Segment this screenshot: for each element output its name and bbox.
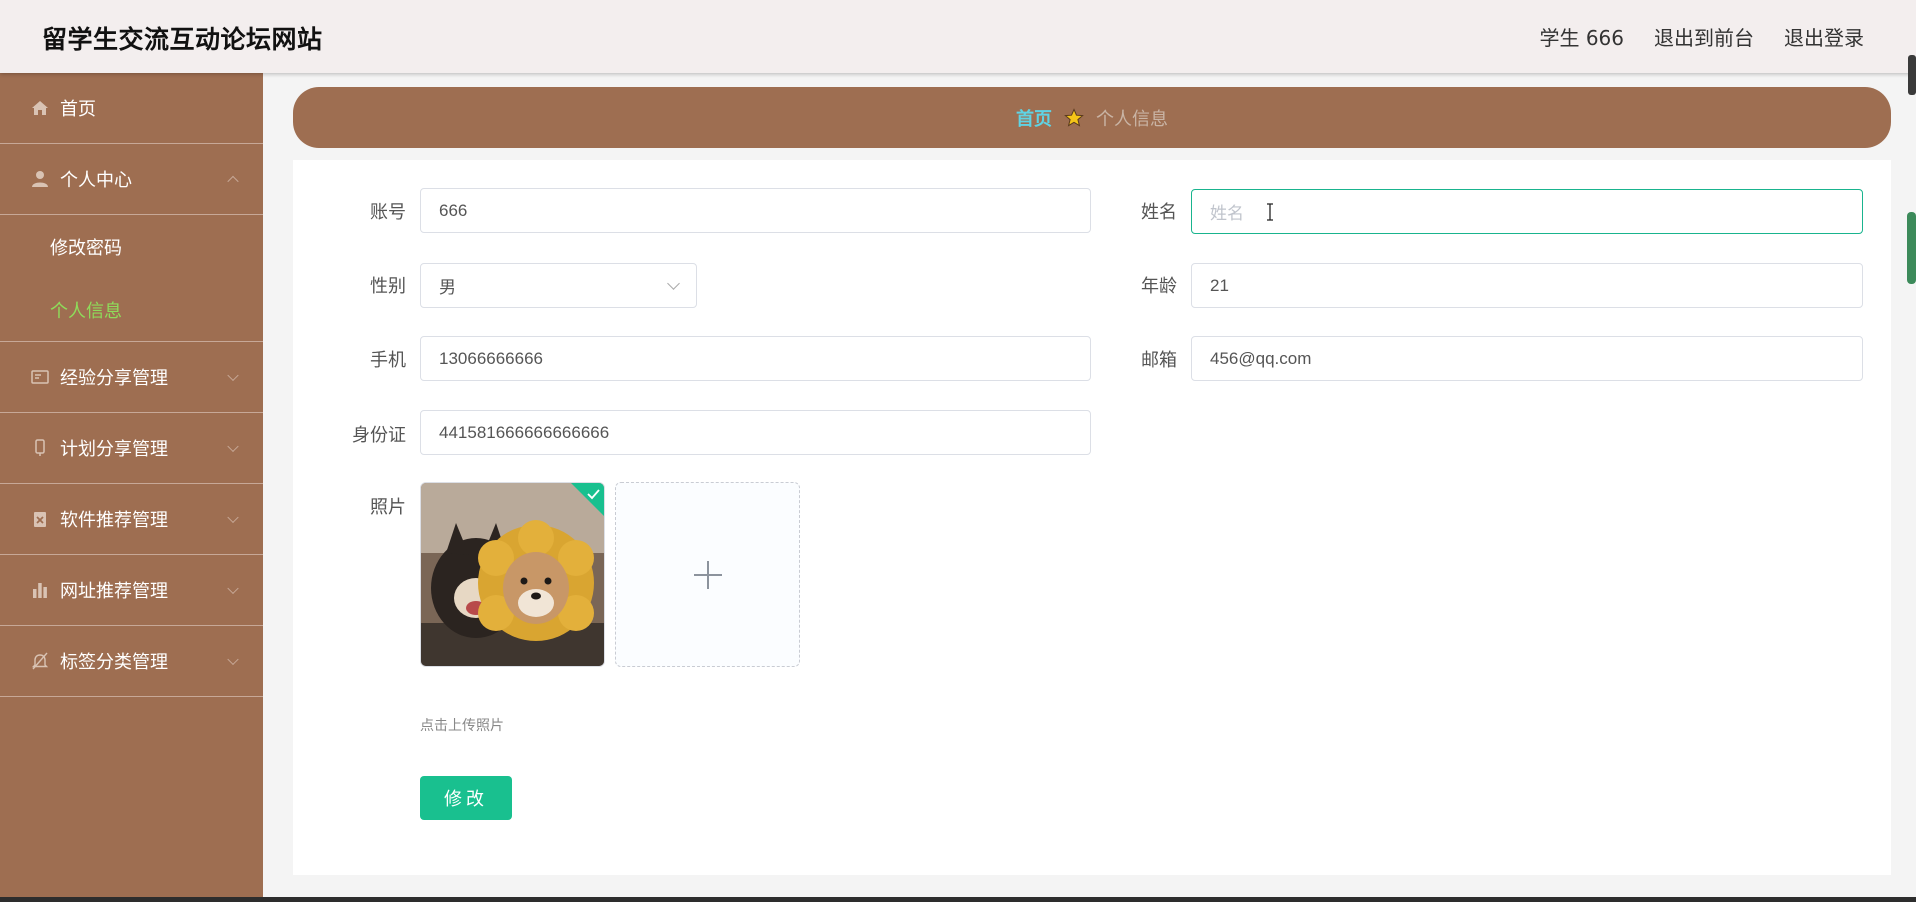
home-icon	[30, 98, 50, 118]
sidebar-item-website-recommend[interactable]: 网址推荐管理	[0, 555, 263, 626]
sidebar-item-label: 网址推荐管理	[60, 581, 168, 602]
photo-label: 照片	[370, 497, 406, 518]
age-value: 21	[1210, 275, 1229, 295]
age-field[interactable]: 21	[1191, 263, 1863, 308]
name-placeholder: 姓名	[1210, 204, 1244, 223]
upload-hint: 点击上传照片	[420, 718, 504, 734]
sidebar-item-label: 经验分享管理	[60, 368, 168, 389]
bell-off-icon	[30, 651, 50, 671]
scrollbar-thumb[interactable]	[1907, 212, 1916, 284]
chevron-down-icon	[227, 582, 239, 595]
sidebar-item-tag-category[interactable]: 标签分类管理	[0, 626, 263, 697]
chevron-down-icon	[227, 440, 239, 453]
window-scrollbar-top[interactable]	[1908, 55, 1916, 95]
phone-field[interactable]: 13066666666	[420, 336, 1091, 381]
id-card-value: 441581666666666666	[439, 422, 610, 442]
top-header: 留学生交流互动论坛网站 学生 666 退出到前台 退出登录	[0, 0, 1916, 73]
gender-label: 性别	[370, 276, 406, 297]
upload-photo-button[interactable]	[615, 482, 800, 667]
header-links: 学生 666 退出到前台 退出登录	[1539, 22, 1864, 51]
name-label: 姓名	[1141, 202, 1177, 223]
sidebar-item-experience-sharing[interactable]: 经验分享管理	[0, 342, 263, 413]
sidebar-item-label: 标签分类管理	[60, 652, 168, 673]
breadcrumb-home[interactable]: 首页	[1016, 105, 1052, 131]
sidebar-item-personal-info[interactable]: 个人信息	[0, 278, 263, 341]
account-value: 666	[439, 200, 468, 220]
phone-label: 手机	[370, 350, 406, 371]
sidebar-item-change-password[interactable]: 修改密码	[0, 215, 263, 278]
chevron-down-icon	[227, 511, 239, 524]
gender-select[interactable]: 男	[420, 263, 697, 308]
id-card-field[interactable]: 441581666666666666	[420, 410, 1091, 455]
gender-value: 男	[439, 278, 456, 297]
sidebar-item-label: 个人中心	[60, 170, 132, 191]
chevron-down-icon	[227, 369, 239, 382]
phone-icon	[30, 438, 50, 458]
personal-center-submenu: 修改密码 个人信息	[0, 215, 263, 342]
breadcrumb: 首页 个人信息	[293, 87, 1891, 148]
star-icon	[1064, 107, 1084, 128]
modify-button[interactable]: 修改	[420, 776, 512, 820]
chevron-up-icon	[227, 175, 239, 188]
sidebar-item-label: 软件推荐管理	[60, 510, 168, 531]
exit-to-front-link[interactable]: 退出到前台	[1654, 22, 1754, 51]
id-card-label: 身份证	[352, 425, 406, 446]
bar-chart-icon	[30, 580, 50, 600]
phone-value: 13066666666	[439, 348, 544, 368]
text-cursor-icon	[1267, 203, 1273, 221]
sidebar-item-personal-center[interactable]: 个人中心	[0, 144, 263, 215]
clipboard-x-icon	[30, 509, 50, 529]
bottom-edge-bar	[0, 897, 1916, 902]
sidebar-item-label: 计划分享管理	[60, 439, 168, 460]
dog-photo-image	[421, 483, 604, 666]
chevron-down-icon	[667, 277, 680, 290]
email-field[interactable]: 456@qq.com	[1191, 336, 1863, 381]
sidebar: 首页 个人中心 修改密码 个人信息 经验分享管理 计划分享管理 软件推荐管理 网…	[0, 73, 263, 902]
email-label: 邮箱	[1141, 350, 1177, 371]
current-user-label[interactable]: 学生 666	[1539, 22, 1624, 51]
logout-link[interactable]: 退出登录	[1784, 22, 1864, 51]
email-value: 456@qq.com	[1210, 348, 1312, 368]
name-field[interactable]: 姓名	[1191, 189, 1863, 234]
card-icon	[30, 367, 50, 387]
plus-icon	[693, 560, 722, 589]
age-label: 年龄	[1141, 276, 1177, 297]
sidebar-item-label: 首页	[60, 99, 96, 120]
sidebar-item-software-recommend[interactable]: 软件推荐管理	[0, 484, 263, 555]
site-title: 留学生交流互动论坛网站	[42, 25, 323, 54]
user-icon	[30, 169, 50, 189]
account-field[interactable]: 666	[420, 188, 1091, 233]
sidebar-item-home[interactable]: 首页	[0, 73, 263, 144]
uploaded-photo[interactable]	[420, 482, 605, 667]
breadcrumb-current: 个人信息	[1096, 108, 1168, 130]
chevron-down-icon	[227, 653, 239, 666]
sidebar-item-plan-sharing[interactable]: 计划分享管理	[0, 413, 263, 484]
account-label: 账号	[370, 202, 406, 223]
